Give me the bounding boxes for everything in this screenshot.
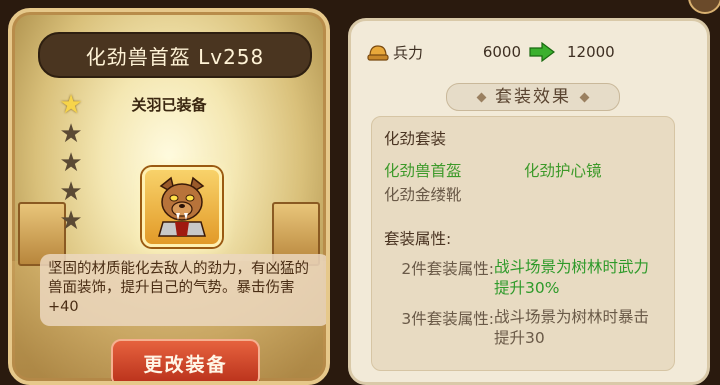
diamond-icon — [579, 92, 590, 102]
set-piece: 化劲金缕靴 — [384, 186, 462, 204]
diamond-icon — [476, 92, 487, 102]
star-icon-empty: ★ — [59, 119, 83, 149]
item-description: 坚固的材质能化去敌人的劲力，有凶猛的兽面装饰，提升自己的气势。暴击伤害+40 — [40, 254, 326, 326]
close-icon — [688, 0, 720, 14]
troops-label: 兵力 — [393, 43, 424, 62]
beast-helmet-icon — [158, 176, 206, 237]
troops-current-value: 6000 — [482, 43, 521, 61]
troops-icon — [367, 42, 389, 62]
star-rating: ★ ★ ★ ★ ★ — [58, 92, 88, 237]
beast-helmet-icon[interactable] — [142, 167, 222, 247]
stats-panel: 兵力 6000 12000 套装效果 化劲套装 化劲兽首盔 化劲护心镜 化劲金缕… — [348, 18, 710, 385]
star-icon-filled: ★ — [59, 90, 83, 120]
change-equipment-button[interactable]: 更改装备 — [111, 339, 260, 381]
set-effect-header: 套装效果 — [446, 83, 620, 111]
set-name: 化劲套装 — [384, 130, 447, 148]
set-attributes-title: 套装属性: — [384, 230, 452, 248]
set-bonus-label: 2件套装属性: — [401, 260, 494, 278]
troops-row: 兵力 6000 12000 — [367, 39, 691, 65]
set-effect-header-label: 套装效果 — [495, 87, 571, 107]
set-bonus-row: 2件套装属性: 战斗场景为树林时武力提升30% — [384, 257, 662, 299]
arrow-right-icon — [529, 42, 555, 62]
star-icon-empty: ★ — [59, 177, 83, 207]
set-bonus-row: 3件套装属性: 战斗场景为树林时暴击提升30 — [384, 307, 662, 349]
set-bonus-text: 战斗场景为树林时武力提升30% — [494, 258, 650, 297]
set-bonus-text: 战斗场景为树林时暴击提升30 — [494, 308, 650, 347]
close-button[interactable] — [688, 0, 720, 16]
set-piece: 化劲兽首盔 — [384, 162, 462, 180]
set-effect-content: 化劲套装 化劲兽首盔 化劲护心镜 化劲金缕靴 套装属性: 2件套装属性: 战斗场… — [371, 116, 675, 371]
item-detail-panel: 化劲兽首盔 Lv258 关羽已装备 ★ ★ ★ ★ ★ 坚固的材质能化去敌人的劲… — [8, 8, 330, 385]
star-icon-empty: ★ — [59, 148, 83, 178]
set-bonus-label: 3件套装属性: — [401, 310, 494, 328]
star-icon-empty: ★ — [59, 206, 83, 236]
set-piece: 化劲护心镜 — [524, 162, 602, 180]
set-pieces-list: 化劲兽首盔 化劲护心镜 化劲金缕靴 — [384, 159, 662, 205]
troops-next-value: 12000 — [567, 43, 615, 61]
item-title: 化劲兽首盔 Lv258 — [38, 32, 312, 78]
